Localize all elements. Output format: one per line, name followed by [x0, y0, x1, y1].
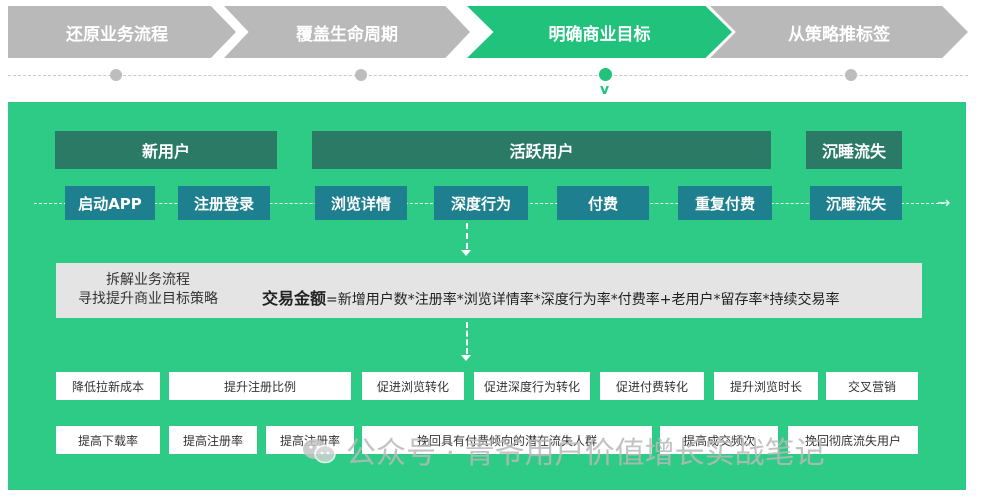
step-navigation: 还原业务流程 覆盖生命周期 明确商业目标 从策略推标签 [8, 6, 968, 58]
event-label: 浏览详情 [330, 194, 391, 213]
step-strategy-to-tags[interactable]: 从策略推标签 [710, 6, 968, 58]
strategy-label: 交叉营销 [847, 379, 896, 394]
event-label: 重复付费 [694, 194, 755, 213]
breakdown-line1: 拆解业务流程 [106, 272, 190, 288]
step-label: 明确商业目标 [548, 24, 651, 45]
stage-dormant-churn: 沉睡流失 [806, 131, 902, 169]
down-arrow-line [466, 322, 469, 354]
step-label: 从策略推标签 [788, 24, 890, 45]
event-launch-app: 启动APP [65, 186, 155, 220]
stage-label: 活跃用户 [509, 142, 574, 161]
strategy-item: 促进深度行为转化 [474, 372, 590, 400]
step-define-business-goal[interactable]: 明确商业目标 [467, 6, 732, 58]
event-view-details: 浏览详情 [315, 186, 407, 220]
strategy-item: 促进付费转化 [600, 372, 704, 400]
stage-label: 沉睡流失 [821, 142, 886, 161]
event-repeat-payment: 重复付费 [678, 186, 772, 220]
step-label: 覆盖生命周期 [296, 24, 398, 45]
formula-bold: 交易金额 [262, 289, 327, 308]
breakdown-caption: 拆解业务流程 寻找提升商业目标策略 [58, 271, 238, 309]
event-label: 付费 [587, 194, 618, 213]
strategy-item: 提升注册比例 [169, 372, 351, 400]
event-label: 沉睡流失 [825, 194, 886, 213]
strategy-item: 提升浏览时长 [714, 372, 818, 400]
watermark: 公众号 · 青爷用户价值增长实战笔记 [302, 430, 825, 471]
stage-active-user: 活跃用户 [312, 131, 771, 169]
event-dormant-churn: 沉睡流失 [810, 186, 902, 220]
strategy-label: 促进深度行为转化 [483, 379, 580, 394]
strategy-item: 交叉营销 [826, 372, 918, 400]
event-payment: 付费 [557, 186, 649, 220]
down-arrow-line [466, 223, 469, 249]
flow-arrow-icon: → [937, 193, 951, 212]
down-arrow-icon [461, 250, 471, 256]
progress-timeline [8, 75, 968, 77]
stage-label: 新用户 [141, 142, 190, 161]
wechat-icon [302, 437, 336, 464]
strategy-item: 促进浏览转化 [362, 372, 464, 400]
current-step-marker: v [600, 82, 610, 98]
strategy-label: 提高注册率 [182, 433, 243, 448]
stage-new-user: 新用户 [55, 131, 277, 169]
strategy-label: 促进浏览转化 [376, 379, 449, 394]
event-deep-behavior: 深度行为 [434, 186, 528, 220]
progress-dot [355, 69, 367, 81]
watermark-text: 公众号 · 青爷用户价值增长实战笔记 [346, 436, 825, 471]
step-cover-lifecycle[interactable]: 覆盖生命周期 [224, 6, 470, 58]
progress-dot [845, 69, 857, 81]
strategy-label: 促进付费转化 [615, 379, 688, 394]
breakdown-line2: 寻找提升商业目标策略 [78, 291, 218, 307]
strategy-label: 降低拉新成本 [71, 379, 144, 394]
event-label: 启动APP [78, 194, 142, 213]
formula-rest: =新增用户数*注册率*浏览详情率*深度行为率*付费率+老用户*留存率*持续交易率 [326, 292, 840, 308]
step-restore-business-flow[interactable]: 还原业务流程 [8, 6, 236, 58]
event-label: 深度行为 [450, 194, 511, 213]
gmv-formula: 交易金额=新增用户数*注册率*浏览详情率*深度行为率*付费率+老用户*留存率*持… [262, 285, 839, 309]
strategy-item: 提高注册率 [169, 426, 257, 454]
event-register-login: 注册登录 [178, 186, 270, 220]
event-label: 注册登录 [193, 194, 254, 213]
strategy-label: 提升浏览时长 [729, 379, 802, 394]
strategy-item: 降低拉新成本 [56, 372, 160, 400]
progress-dot [110, 69, 122, 81]
step-label: 还原业务流程 [66, 24, 168, 45]
progress-dot-active [599, 68, 612, 81]
down-arrow-icon [461, 355, 471, 361]
strategy-label: 提高下载率 [77, 433, 138, 448]
strategy-item: 提高下载率 [56, 426, 160, 454]
strategy-label: 提升注册比例 [223, 379, 296, 394]
